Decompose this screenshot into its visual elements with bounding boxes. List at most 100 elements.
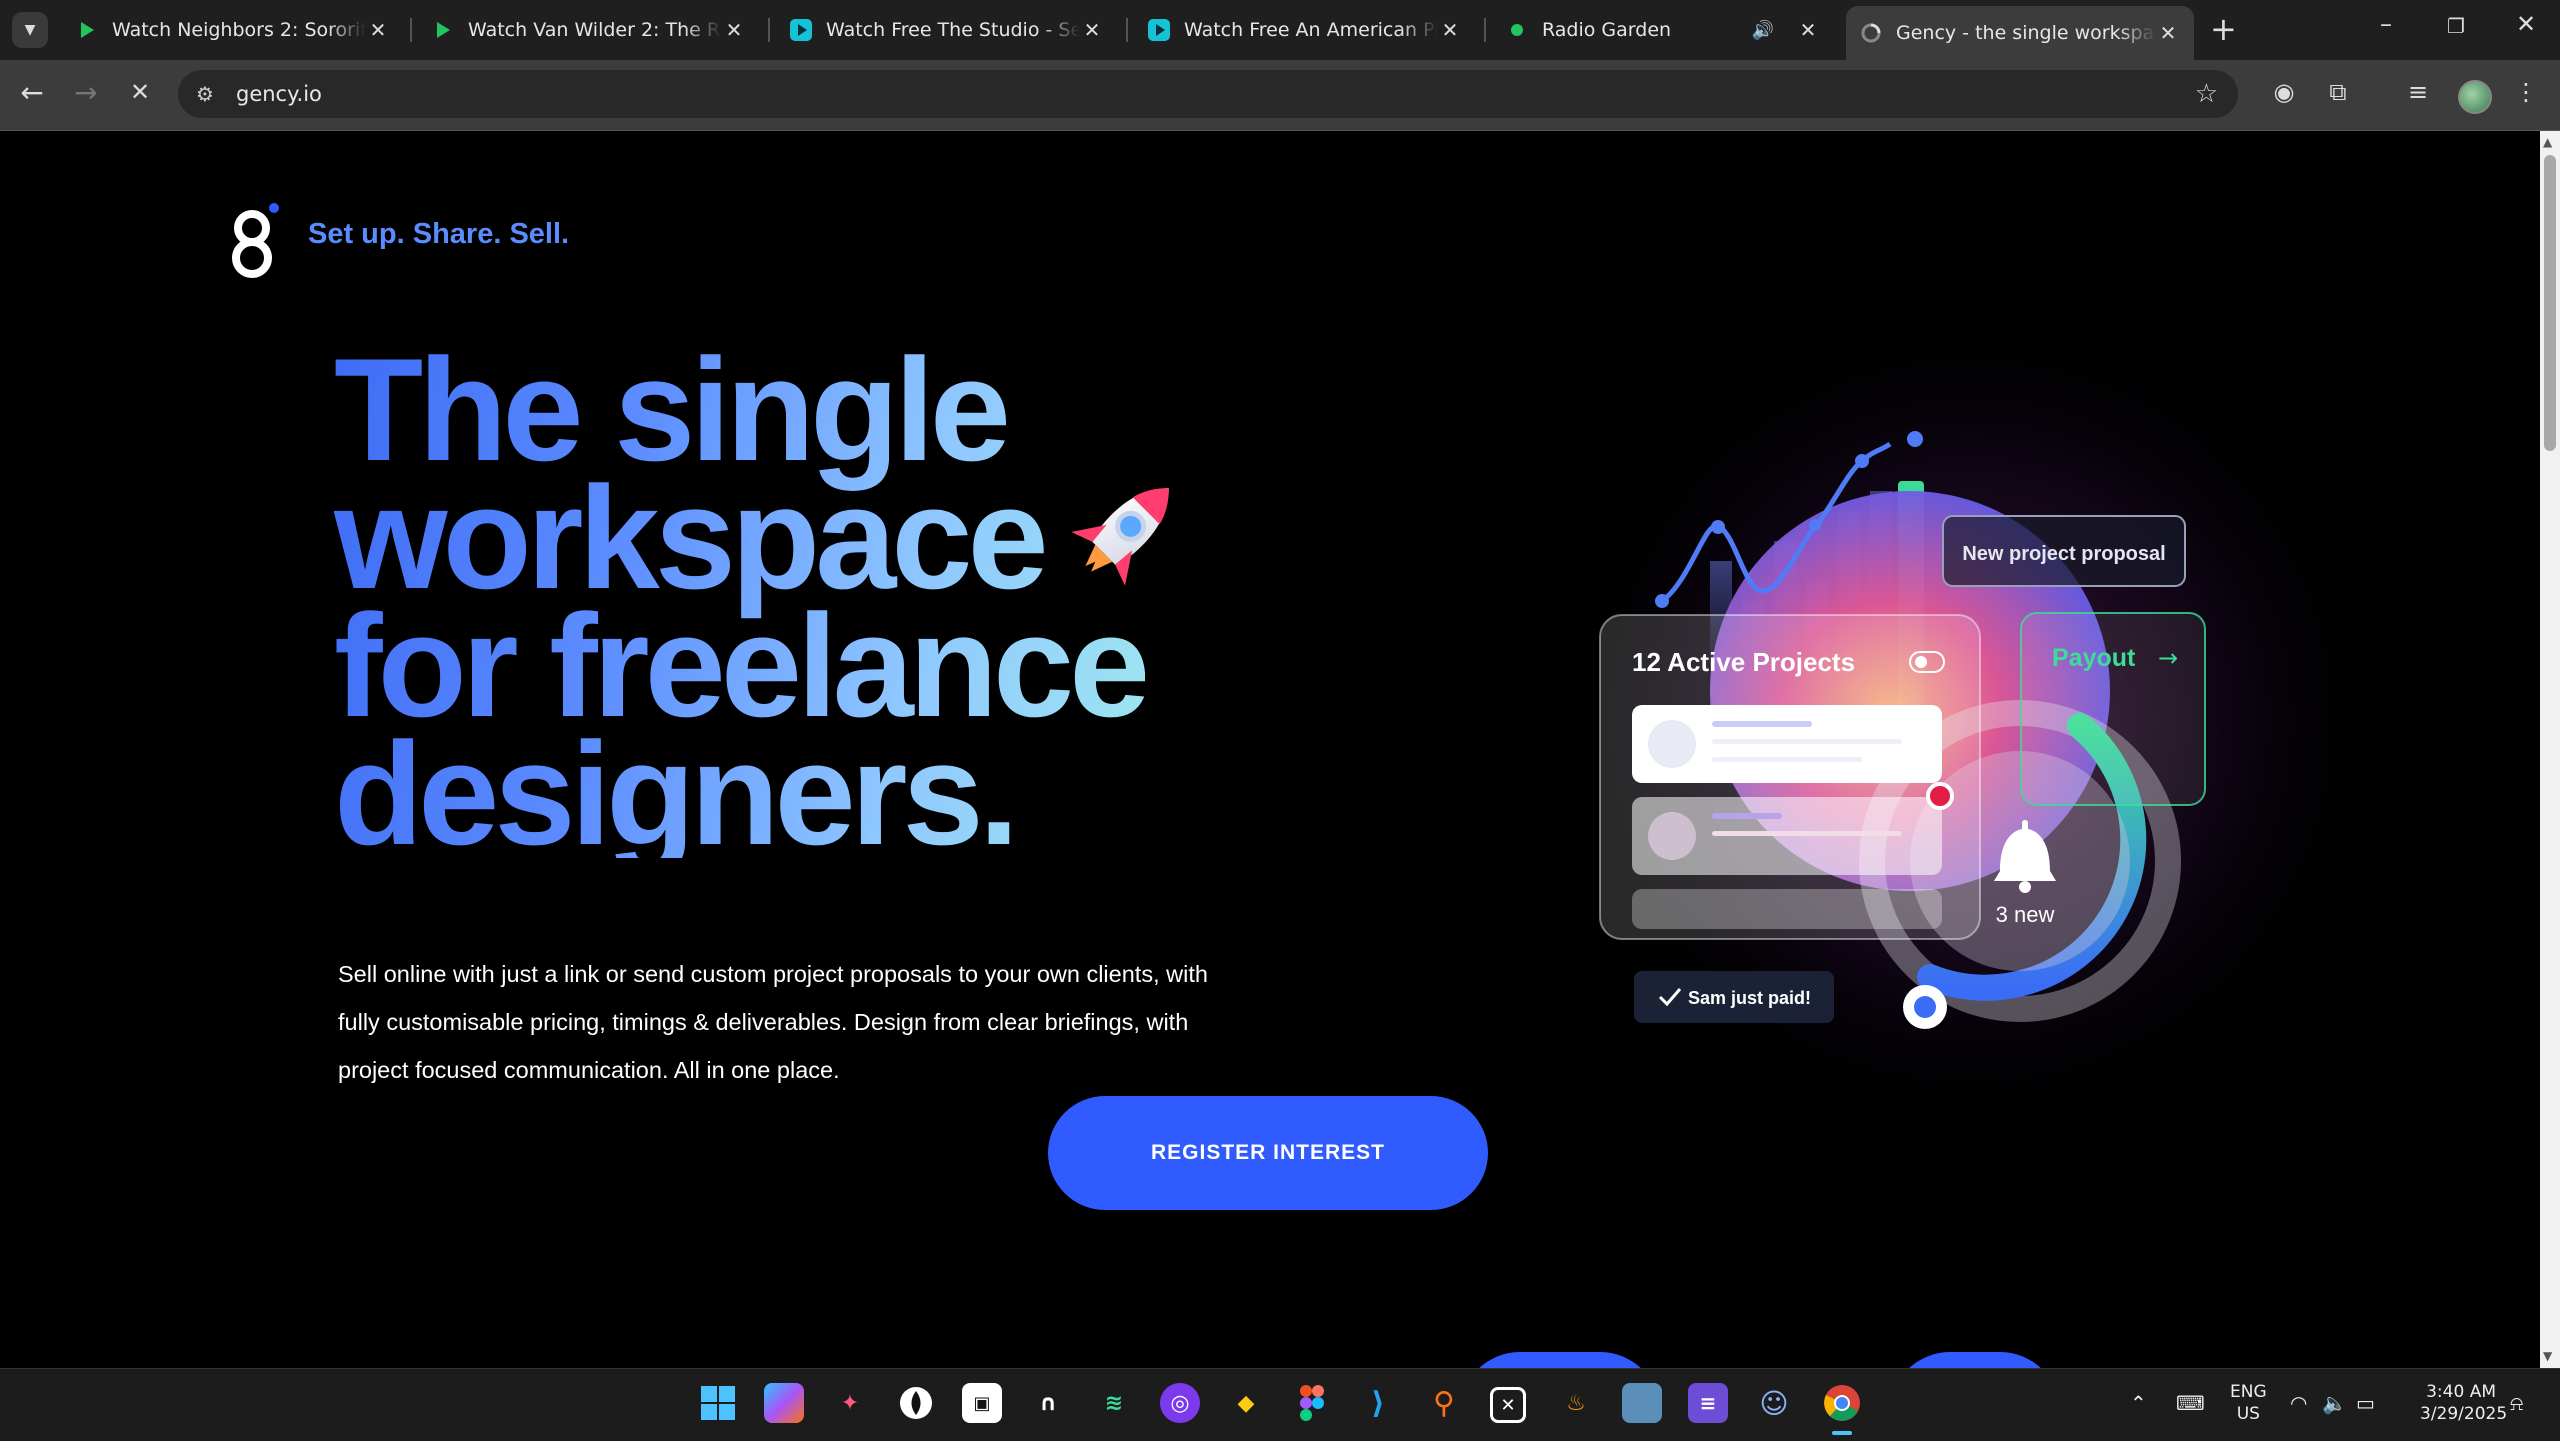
close-icon[interactable]: ✕ [2156, 21, 2180, 45]
trend-point [1809, 519, 1821, 531]
new-tab-button[interactable]: + [2210, 10, 2237, 48]
tab-title: Watch Neighbors 2: Sorority Rising [112, 19, 366, 41]
keyboard-icon[interactable]: ⌨ [2176, 1391, 2205, 1415]
tab-title: Gency - the single workspace for freelan… [1896, 22, 2156, 44]
tab-strip: ▼ Watch Neighbors 2: Sorority Rising ✕ W… [0, 0, 2560, 60]
figma-icon[interactable] [1292, 1383, 1332, 1423]
stop-loading-icon[interactable]: ✕ [120, 78, 160, 106]
app-flame-icon[interactable]: ♨ [1556, 1383, 1596, 1423]
address-bar[interactable]: ⚙ gency.io ☆ [178, 70, 2238, 118]
app-x-icon[interactable]: ✕ [1490, 1387, 1526, 1423]
tab-title: Watch Free An American Pickle [1184, 19, 1438, 41]
green-dot-icon [1506, 19, 1528, 41]
app-headphones-icon[interactable]: ∩ [1028, 1383, 1068, 1423]
scroll-up-arrow[interactable]: ▲ [2543, 135, 2552, 149]
app-leaf-icon[interactable] [896, 1383, 936, 1423]
tab-search-button[interactable]: ▼ [12, 12, 48, 48]
windows-start-icon[interactable] [698, 1383, 738, 1423]
system-clock[interactable]: 3:40 AM 3/29/2025 [2420, 1381, 2508, 1425]
tab-divider [768, 18, 770, 42]
project-avatar [1648, 720, 1696, 768]
vscode-icon[interactable]: ⟩ [1358, 1383, 1398, 1423]
scroll-down-arrow[interactable]: ▼ [2543, 1349, 2552, 1363]
language-indicator[interactable]: ENG US [2230, 1381, 2267, 1425]
tab-american-pickle[interactable]: Watch Free An American Pickle ✕ [1134, 6, 1476, 54]
payout-card [2020, 612, 2206, 806]
app-spotify-icon[interactable]: ≋ [1094, 1383, 1134, 1423]
trend-point [1711, 520, 1725, 534]
chevron-up-icon[interactable]: ⌃ [2130, 1391, 2147, 1415]
page-content: Set up. Share. Sell. The single workspac… [0, 131, 2540, 1368]
language-code: ENG [2230, 1382, 2267, 1402]
alert-dot [1926, 782, 1954, 810]
rocket-icon [1071, 488, 1169, 586]
media-controls-icon[interactable]: ≡ [2400, 78, 2436, 106]
play-green-icon [432, 19, 454, 41]
url-text: gency.io [236, 82, 322, 106]
tab-gency[interactable]: Gency - the single workspace for freelan… [1846, 6, 2194, 60]
tab-divider [1126, 18, 1128, 42]
page-scrollbar[interactable]: ▲ ▼ [2540, 131, 2560, 1368]
arrow-right-icon: → [2158, 644, 2178, 672]
volume-icon[interactable]: 🔈 [2322, 1391, 2347, 1415]
tagline: Set up. Share. Sell. [308, 218, 570, 250]
tab-the-studio[interactable]: Watch Free The Studio - Season 1 ✕ [776, 6, 1118, 54]
notification-bell-icon[interactable]: ⍾ [2510, 1391, 2523, 1415]
close-icon[interactable]: ✕ [722, 18, 746, 42]
play-cyan-icon [1148, 19, 1170, 41]
extensions-icon[interactable]: ⧉ [2320, 78, 2356, 106]
app-robot-icon[interactable]: ☺ [1754, 1383, 1794, 1423]
clock-date: 3/29/2025 [2420, 1404, 2508, 1424]
tab-divider [410, 18, 412, 42]
forward-icon[interactable]: → [66, 76, 106, 109]
tab-title: Watch Free The Studio - Season 1 [826, 19, 1080, 41]
file-explorer-icon[interactable] [1622, 1383, 1662, 1423]
copilot-icon[interactable] [764, 1383, 804, 1423]
headline-line: The single [334, 328, 1007, 491]
tab-divider [1484, 18, 1486, 42]
trend-point [1907, 431, 1923, 447]
back-icon[interactable]: ← [12, 76, 52, 109]
close-icon[interactable]: ✕ [366, 18, 390, 42]
battery-icon[interactable]: ▭ [2356, 1391, 2375, 1415]
tab-van-wilder[interactable]: Watch Van Wilder 2: The Rise of Taj ✕ [418, 6, 760, 54]
site-info-icon[interactable]: ⚙ [196, 82, 224, 106]
close-icon[interactable]: ✕ [1438, 18, 1462, 42]
region-code: US [2236, 1404, 2260, 1424]
headline-line: for freelance [334, 584, 1146, 747]
camera-icon[interactable]: ◉ [2266, 78, 2302, 106]
tab-neighbors[interactable]: Watch Neighbors 2: Sorority Rising ✕ [62, 6, 404, 54]
trend-point [1855, 454, 1869, 468]
window-close-button[interactable]: ✕ [2496, 10, 2556, 38]
dashboard-illustration: 3 new 12 Active Projects New project pro… [1550, 301, 2390, 1141]
app-diamond-icon[interactable]: ◆ [1226, 1383, 1266, 1423]
project-line [1712, 813, 1782, 819]
headline-line: designers. [334, 712, 1015, 875]
tab-radio-garden[interactable]: Radio Garden 🔊 ✕ [1492, 6, 1834, 54]
search-app-icon[interactable]: ⚲ [1424, 1383, 1464, 1423]
proposal-label: New project proposal [1962, 543, 2165, 565]
scroll-thumb[interactable] [2544, 155, 2556, 451]
project-line [1712, 831, 1902, 836]
chrome-icon[interactable] [1822, 1383, 1862, 1423]
register-interest-button[interactable]: REGISTER INTEREST [1048, 1096, 1488, 1210]
profile-avatar[interactable] [2458, 80, 2492, 114]
close-icon[interactable]: ✕ [1796, 18, 1820, 42]
browser-toolbar: ← → ✕ ⚙ gency.io ☆ ◉ ⧉ ≡ ⋮ [0, 60, 2560, 131]
speaker-icon[interactable]: 🔊 [1752, 20, 1774, 41]
bookmark-star-icon[interactable]: ☆ [2195, 79, 2218, 109]
github-icon[interactable]: ◎ [1160, 1383, 1200, 1423]
restore-button[interactable]: ❐ [2426, 14, 2486, 38]
app-star-icon[interactable]: ✦ [830, 1383, 870, 1423]
minimize-button[interactable]: – [2356, 10, 2416, 38]
app-box-icon[interactable]: ▣ [962, 1383, 1002, 1423]
wifi-icon[interactable]: ◠ [2290, 1391, 2307, 1415]
menu-icon[interactable]: ⋮ [2508, 78, 2544, 106]
tab-title: Watch Van Wilder 2: The Rise of Taj [468, 19, 722, 41]
active-app-indicator [1832, 1431, 1852, 1435]
play-green-icon [76, 19, 98, 41]
projects-card-title: 12 Active Projects [1632, 647, 1855, 677]
close-icon[interactable]: ✕ [1080, 18, 1104, 42]
ring-knob-dot [1914, 996, 1936, 1018]
app-notes-icon[interactable]: ≡ [1688, 1383, 1728, 1423]
